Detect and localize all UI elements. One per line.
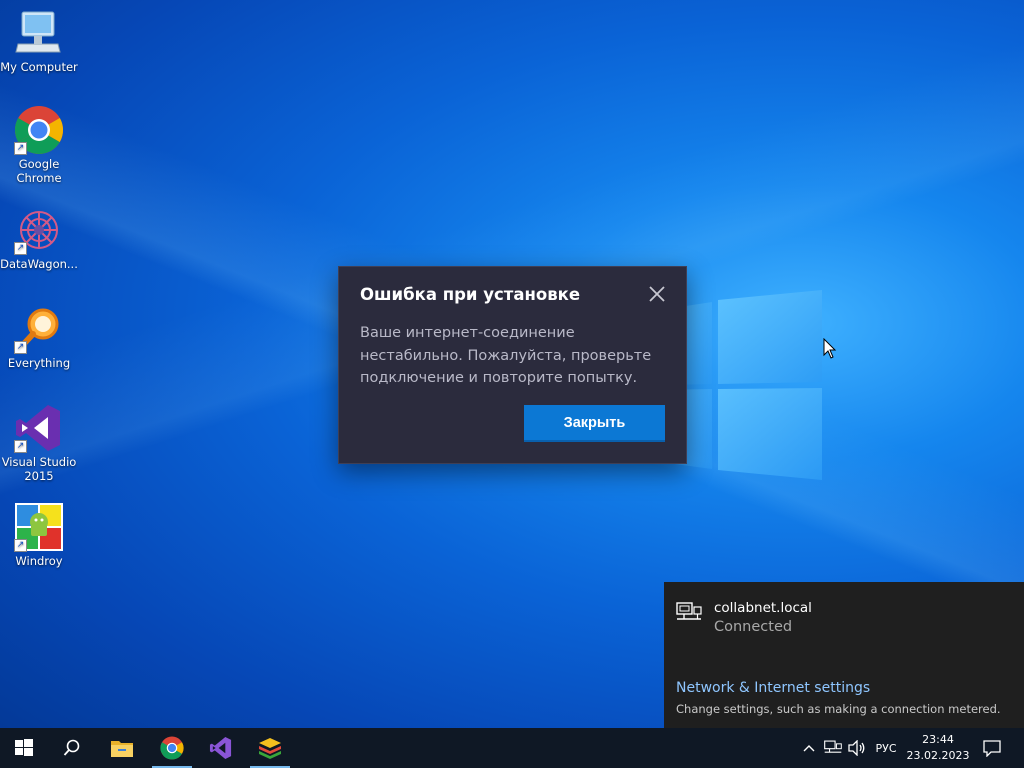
network-settings-description: Change settings, such as making a connec… (676, 702, 1001, 716)
chrome-icon: ↗ (14, 105, 64, 155)
mouse-cursor-icon (823, 338, 837, 359)
dialog-title: Ошибка при установке (360, 285, 581, 304)
visual-studio-icon: ↗ (14, 403, 64, 453)
clock-button[interactable]: 23:44 23.02.2023 (902, 732, 974, 764)
shortcut-arrow-icon: ↗ (14, 539, 27, 552)
ethernet-network-icon (676, 602, 702, 620)
folder-icon (111, 741, 133, 757)
dialog-message: Ваше интернет-соединение нестабильно. По… (360, 325, 652, 386)
taskbar-file-explorer[interactable] (98, 728, 146, 768)
network-flyout: collabnet.local Connected Network & Inte… (664, 582, 1024, 728)
shortcut-arrow-icon: ↗ (14, 242, 27, 255)
windows-start-icon (15, 739, 33, 756)
search-button[interactable] (48, 728, 96, 768)
start-button[interactable] (0, 728, 48, 768)
notification-icon (983, 740, 1001, 757)
chrome-icon (160, 736, 184, 760)
taskbar-visual-studio[interactable] (197, 728, 245, 768)
desktop-icon-label: Windroy (15, 554, 63, 568)
desktop-icon-label: Visual Studio 2015 (1, 455, 77, 483)
desktop-icon-label: Google Chrome (16, 157, 62, 185)
desktop-icon-google-chrome[interactable]: ↗ Google Chrome (0, 105, 78, 185)
network-connection-item[interactable]: collabnet.local Connected (676, 600, 812, 635)
desktop-icon-my-computer[interactable]: My Computer (0, 8, 78, 74)
network-name: collabnet.local (714, 600, 812, 616)
search-icon (63, 739, 80, 756)
close-icon[interactable] (648, 285, 666, 303)
network-tray-button[interactable] (821, 728, 845, 768)
ethernet-network-icon (824, 740, 842, 753)
desktop-icon-visual-studio[interactable]: ↗ Visual Studio 2015 (0, 403, 78, 483)
input-language-indicator[interactable]: РУС (870, 728, 902, 768)
datawagon-icon: ↗ (14, 205, 64, 255)
clock-time: 23:44 (922, 733, 954, 746)
windroy-icon: ↗ (14, 502, 64, 552)
bluestacks-icon (259, 738, 281, 759)
desktop-icon-datawagon[interactable]: ↗ DataWagon... (0, 205, 78, 271)
desktop-icon-windroy[interactable]: ↗ Windroy (0, 502, 78, 568)
desktop-icon-everything[interactable]: ↗ Everything (0, 304, 78, 370)
close-button[interactable]: Закрыть (524, 405, 665, 442)
network-status: Connected (714, 619, 793, 635)
action-center-button[interactable] (976, 728, 1008, 768)
shortcut-arrow-icon: ↗ (14, 440, 27, 453)
speaker-volume-icon (848, 740, 865, 756)
computer-icon (14, 8, 64, 58)
shortcut-arrow-icon: ↗ (14, 341, 27, 354)
shortcut-arrow-icon: ↗ (14, 142, 27, 155)
taskbar-bluestacks[interactable] (246, 728, 294, 768)
show-hidden-icons-button[interactable] (798, 728, 820, 768)
installation-error-dialog: Ошибка при установке Ваше интернет-соеди… (338, 266, 687, 464)
clock-date: 23.02.2023 (906, 749, 970, 762)
desktop-icon-label: DataWagon... (0, 257, 78, 271)
desktop-icon-label: Everything (7, 356, 71, 370)
taskbar-chrome[interactable] (148, 728, 196, 768)
desktop-icon-label: My Computer (0, 60, 78, 74)
taskbar: РУС 23:44 23.02.2023 (0, 728, 1024, 768)
visual-studio-icon (209, 736, 232, 760)
network-settings-link[interactable]: Network & Internet settings (676, 680, 870, 696)
volume-tray-button[interactable] (845, 728, 869, 768)
chevron-up-icon (803, 745, 815, 752)
search-magnifier-icon: ↗ (14, 304, 64, 354)
